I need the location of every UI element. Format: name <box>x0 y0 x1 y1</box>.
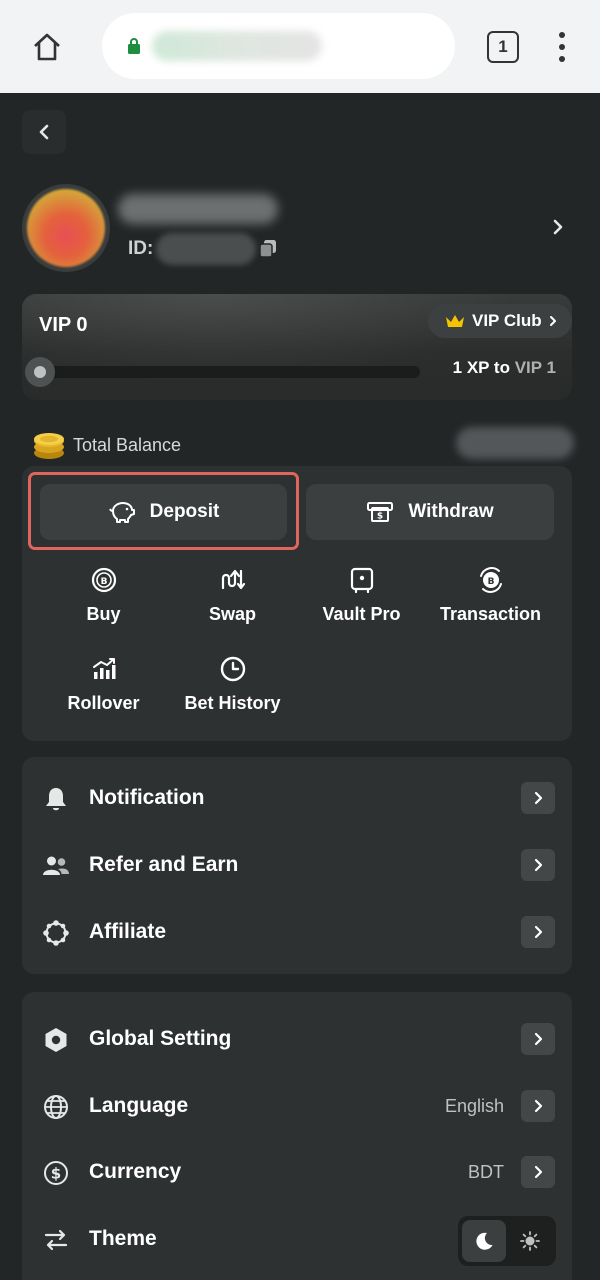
menu-item-theme: Theme <box>22 1210 572 1270</box>
svg-text:$: $ <box>377 512 383 522</box>
chevron-left-icon <box>39 124 49 140</box>
deposit-button[interactable]: Deposit <box>40 484 287 540</box>
globe-icon <box>44 1095 68 1119</box>
menu-item-label: Notification <box>89 786 205 809</box>
menu-item-label: Affiliate <box>89 920 167 943</box>
piggy-bank-icon <box>108 502 135 523</box>
crown-icon <box>446 315 464 327</box>
chevron-right-icon <box>521 849 555 881</box>
action-rollover[interactable]: Rollover <box>39 655 168 714</box>
swap-arrows-icon <box>221 569 245 590</box>
vip-card[interactable]: VIP 0 VIP Club 1 XP to VIP 1 <box>22 294 572 400</box>
account-menu-panel: Notification Refer and Earn Affiliate <box>22 757 572 974</box>
currency-value: BDT <box>468 1162 504 1182</box>
transaction-coin-icon: B <box>479 567 502 593</box>
user-id-label: ID: <box>128 238 154 259</box>
action-swap[interactable]: Swap <box>168 566 297 625</box>
address-bar[interactable] <box>102 13 455 79</box>
menu-item-refer-and-earn[interactable]: Refer and Earn <box>22 836 572 896</box>
rollover-chart-icon <box>92 658 115 679</box>
svg-text:B: B <box>487 577 494 587</box>
withdraw-button[interactable]: $ Withdraw <box>306 484 554 540</box>
svg-text:B: B <box>100 577 107 587</box>
profile-chevron-right-icon[interactable] <box>548 215 568 239</box>
wallet-panel: Deposit $ Withdraw B Buy Swap Vault Pro … <box>22 466 572 741</box>
vip-club-label: VIP Club <box>472 311 542 330</box>
chevron-right-icon <box>521 1090 555 1122</box>
vip-club-button[interactable]: VIP Club <box>428 304 572 338</box>
chevron-right-icon <box>521 1023 555 1055</box>
avatar[interactable] <box>22 184 110 272</box>
chevron-right-icon <box>521 1156 555 1188</box>
affiliate-ring-icon <box>43 920 69 946</box>
menu-item-label: Theme <box>89 1227 157 1250</box>
copy-icon[interactable] <box>258 238 278 258</box>
menu-item-global-setting[interactable]: Global Setting <box>22 1010 572 1070</box>
hexagon-settings-icon <box>45 1028 67 1052</box>
menu-item-language[interactable]: Language English <box>22 1077 572 1137</box>
clock-icon <box>220 656 245 682</box>
menu-item-currency[interactable]: $ Currency BDT <box>22 1143 572 1203</box>
user-id-redacted <box>156 233 256 265</box>
vip-progress-knob <box>25 357 55 387</box>
action-transaction[interactable]: B Transaction <box>426 566 555 625</box>
menu-item-label: Language <box>89 1094 189 1117</box>
menu-item-notification[interactable]: Notification <box>22 769 572 829</box>
action-buy-label: Buy <box>86 604 121 624</box>
total-balance-redacted <box>456 427 574 459</box>
username-redacted <box>118 194 278 224</box>
menu-item-affiliate[interactable]: Affiliate <box>22 903 572 963</box>
vip-level: VIP 0 <box>39 314 88 336</box>
coin-stack-icon <box>34 433 64 459</box>
theme-toggle[interactable] <box>458 1216 556 1266</box>
dark-theme-option[interactable] <box>462 1220 506 1262</box>
bell-icon <box>46 788 66 811</box>
vip-next-level: VIP 1 <box>514 358 556 377</box>
lock-icon <box>128 38 140 54</box>
action-vault-pro-label: Vault Pro <box>322 604 401 624</box>
home-icon[interactable] <box>30 30 64 64</box>
bitcoin-coin-icon: B <box>91 567 116 593</box>
chevron-right-icon <box>521 782 555 814</box>
action-rollover-label: Rollover <box>67 693 140 713</box>
tab-switcher-button[interactable]: 1 <box>487 31 519 63</box>
total-balance-label: Total Balance <box>73 435 182 455</box>
moon-icon <box>476 1232 493 1250</box>
light-theme-option[interactable] <box>508 1220 552 1262</box>
menu-item-label: Currency <box>89 1160 182 1183</box>
deposit-label: Deposit <box>149 501 220 522</box>
menu-item-label: Refer and Earn <box>89 853 239 876</box>
action-buy[interactable]: B Buy <box>39 566 168 625</box>
back-button[interactable] <box>22 110 66 154</box>
chevron-right-icon <box>549 316 556 326</box>
withdraw-label: Withdraw <box>408 501 494 522</box>
action-vault-pro[interactable]: Vault Pro <box>297 566 426 625</box>
swap-horizontal-icon <box>44 1229 68 1251</box>
sun-icon <box>520 1231 540 1251</box>
chevron-right-icon <box>521 916 555 948</box>
vip-xp-remaining: 1 XP to VIP 1 <box>452 358 556 377</box>
users-icon <box>43 856 69 875</box>
url-text-redacted <box>152 31 322 61</box>
browser-toolbar: 1 <box>0 0 600 93</box>
action-swap-label: Swap <box>208 604 256 624</box>
settings-menu-panel: Global Setting Language English $ Curren… <box>22 992 572 1280</box>
vault-icon <box>350 567 373 594</box>
svg-text:$: $ <box>51 1165 61 1183</box>
withdraw-atm-icon: $ <box>367 502 394 522</box>
language-value: English <box>444 1096 504 1116</box>
vip-progress-bar <box>30 366 420 378</box>
action-bet-history[interactable]: Bet History <box>168 655 297 714</box>
dollar-circle-icon: $ <box>44 1161 68 1185</box>
action-bet-history-label: Bet History <box>184 693 281 713</box>
browser-menu-icon[interactable] <box>552 30 572 64</box>
menu-item-label: Global Setting <box>89 1027 232 1050</box>
action-transaction-label: Transaction <box>439 604 542 624</box>
